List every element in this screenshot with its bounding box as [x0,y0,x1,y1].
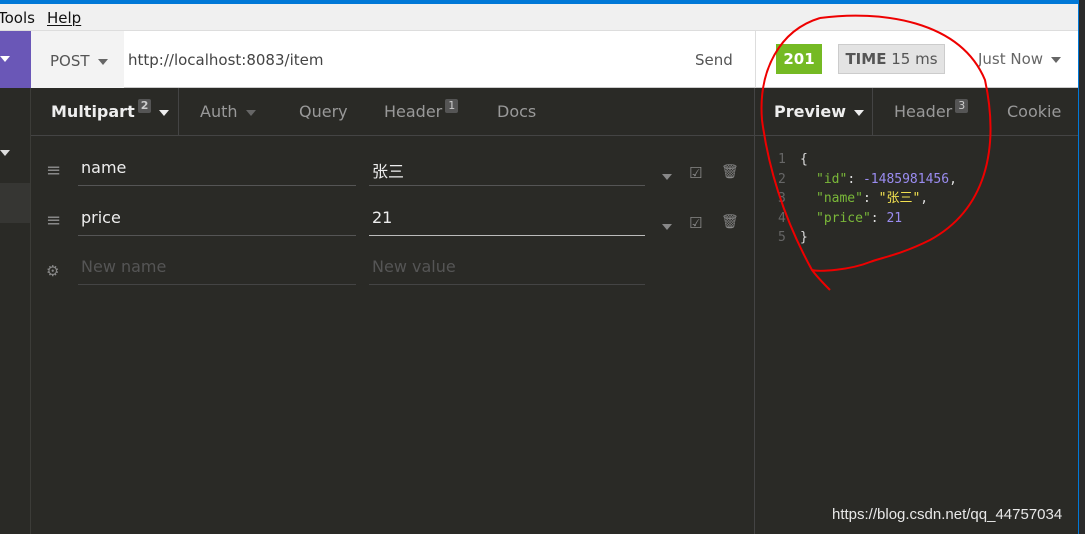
watermark: https://blog.csdn.net/qq_44757034 [832,506,1063,523]
red-annotation-circle [760,14,992,291]
background-window [1078,0,1085,534]
